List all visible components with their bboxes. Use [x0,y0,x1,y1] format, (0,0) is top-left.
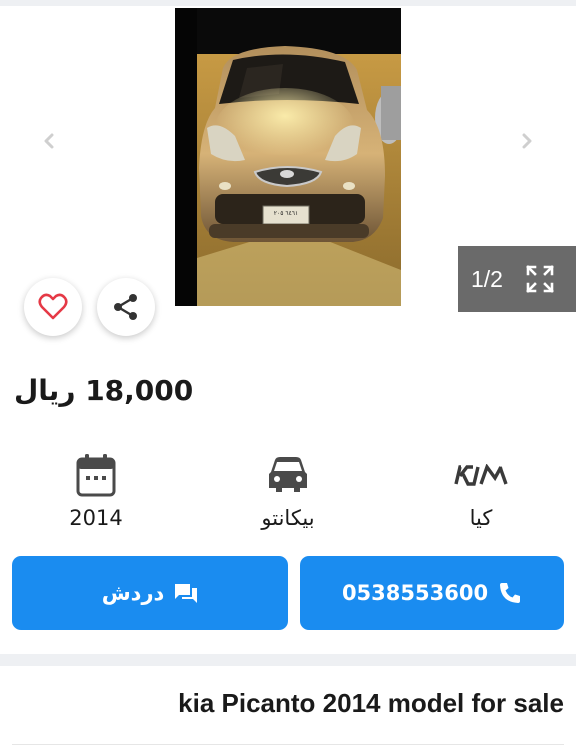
kia-logo-icon [454,452,508,498]
spec-year-value: 2014 [69,506,123,530]
calendar-icon [76,452,116,498]
chat-icon [175,584,198,603]
favorite-button[interactable] [24,278,82,336]
chevron-left-icon [44,133,54,149]
previous-photo-button[interactable] [34,126,64,156]
chat-button-label: دردش [101,581,165,605]
price: 18,000 ريال [14,374,194,407]
fullscreen-icon[interactable] [525,264,555,294]
license-plate-text: ٦٤٦١ ٢٠٥ [274,210,298,217]
spec-model-value: بيكانتو [261,506,315,530]
car-specs: 2014 بيكانتو كيا [0,452,576,532]
share-button[interactable] [97,278,155,336]
chevron-right-icon [522,133,532,149]
phone-icon [500,583,521,603]
next-photo-button[interactable] [512,126,542,156]
section-separator [0,654,576,666]
divider [12,744,564,745]
photo-counter-text: 1/2 [471,265,503,292]
car-icon [267,452,309,498]
spec-make-value: كيا [469,506,493,530]
chat-button[interactable]: دردش [12,556,288,630]
photo-gallery[interactable]: ٦٤٦١ ٢٠٥ 1/2 [0,6,576,336]
spec-model: بيكانتو [208,452,368,530]
call-button[interactable]: 0538553600 [300,556,564,630]
listing-title: kia Picanto 2014 model for sale [178,688,564,718]
share-icon [114,294,137,320]
car-photo[interactable]: ٦٤٦١ ٢٠٥ [175,8,401,306]
phone-number: 0538553600 [341,581,489,605]
spec-year: 2014 [16,452,176,530]
spec-make: كيا [401,452,561,530]
photo-counter[interactable]: 1/2 [458,246,576,312]
heart-icon [38,293,68,320]
